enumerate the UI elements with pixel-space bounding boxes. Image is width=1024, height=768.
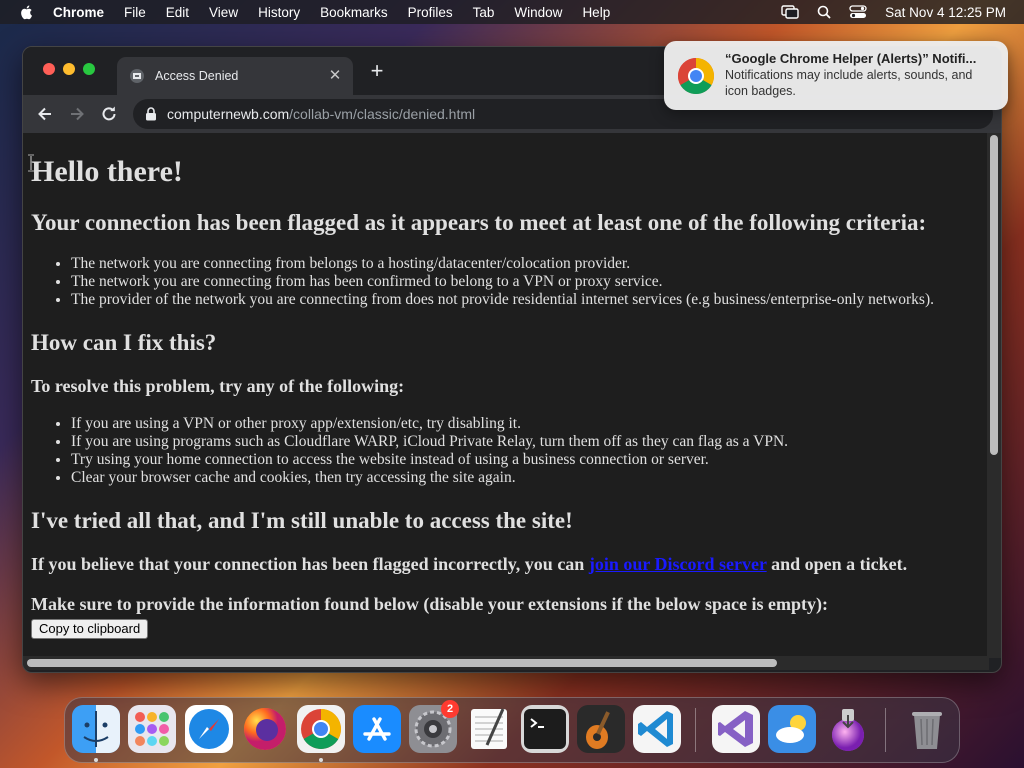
list-item: If you are using programs such as Cloudf… — [71, 433, 981, 451]
visual-studio-icon[interactable] — [712, 705, 760, 753]
list-item: Clear your browser cache and cookies, th… — [71, 469, 981, 487]
page-title: Hello there! — [31, 155, 183, 188]
lock-icon[interactable] — [145, 107, 157, 121]
running-indicator — [94, 758, 98, 762]
dock: 2 — [64, 697, 960, 763]
new-tab-button[interactable]: + — [367, 60, 387, 82]
screen-mirroring-icon[interactable] — [781, 5, 799, 19]
dock-separator — [885, 708, 886, 752]
info-heading: Make sure to provide the information fou… — [31, 594, 829, 614]
flagged-text-start: If you believe that your connection has … — [31, 554, 589, 574]
menu-bookmarks[interactable]: Bookmarks — [320, 5, 388, 20]
control-center-icon[interactable] — [849, 5, 867, 19]
menu-app-name[interactable]: Chrome — [53, 5, 104, 20]
terminal-icon[interactable] — [521, 705, 569, 753]
fix-heading: How can I fix this? — [31, 330, 217, 355]
firefox-icon[interactable] — [241, 705, 289, 753]
horizontal-scroll-thumb[interactable] — [27, 659, 777, 667]
discord-link[interactable]: join our Discord server — [589, 554, 767, 574]
garageband-icon[interactable] — [577, 705, 625, 753]
menu-clock[interactable]: Sat Nov 4 12:25 PM — [885, 5, 1006, 20]
textedit-icon[interactable] — [465, 705, 513, 753]
tab-title: Access Denied — [155, 69, 239, 83]
finder-icon[interactable] — [72, 705, 120, 753]
minimize-window-button[interactable] — [63, 63, 75, 75]
spotlight-search-icon[interactable] — [817, 5, 831, 19]
url-host: computernewb.com — [167, 106, 290, 122]
chrome-window: Access Denied ✕ + computernewb.com/colla… — [22, 46, 1002, 673]
notification-badge: 2 — [441, 700, 459, 718]
weather-icon[interactable] — [768, 705, 816, 753]
list-item: The network you are connecting from belo… — [71, 255, 981, 273]
menu-tab[interactable]: Tab — [473, 5, 495, 20]
site-favicon-icon — [130, 69, 144, 83]
list-item: The network you are connecting from has … — [71, 273, 981, 291]
reload-icon[interactable] — [99, 104, 119, 124]
flagged-text-end: and open a ticket. — [766, 554, 908, 574]
launchpad-icon[interactable] — [128, 705, 176, 753]
menu-help[interactable]: Help — [582, 5, 610, 20]
forward-arrow-icon[interactable] — [67, 104, 87, 124]
resolve-heading: To resolve this problem, try any of the … — [31, 376, 405, 396]
back-arrow-icon[interactable] — [35, 104, 55, 124]
flagged-text: If you believe that your connection has … — [31, 553, 981, 575]
chrome-icon — [677, 57, 715, 95]
tab-access-denied[interactable]: Access Denied ✕ — [117, 57, 353, 95]
menu-file[interactable]: File — [124, 5, 146, 20]
tried-heading: I've tried all that, and I'm still unabl… — [31, 508, 573, 533]
menu-view[interactable]: View — [209, 5, 238, 20]
running-indicator — [319, 758, 323, 762]
menu-bar: Chrome File Edit View History Bookmarks … — [0, 0, 1024, 24]
notification-body: Notifications may include alerts, sounds… — [725, 68, 973, 98]
trash-icon[interactable] — [903, 705, 951, 753]
menu-profiles[interactable]: Profiles — [408, 5, 453, 20]
fix-list: If you are using a VPN or other proxy ap… — [31, 415, 981, 487]
chrome-icon[interactable] — [297, 705, 345, 753]
horizontal-scrollbar[interactable] — [23, 656, 989, 670]
apple-menu-icon[interactable] — [19, 4, 35, 20]
list-item: If you are using a VPN or other proxy ap… — [71, 415, 981, 433]
criteria-heading: Your connection has been flagged as it a… — [31, 210, 927, 235]
menu-window[interactable]: Window — [514, 5, 562, 20]
menu-history[interactable]: History — [258, 5, 300, 20]
vertical-scrollbar[interactable] — [987, 133, 1001, 658]
url-path: /collab-vm/classic/denied.html — [289, 106, 476, 122]
list-item: The provider of the network you are conn… — [71, 291, 981, 309]
menu-edit[interactable]: Edit — [166, 5, 189, 20]
zoom-window-button[interactable] — [83, 63, 95, 75]
notification-title: “Google Chrome Helper (Alerts)” Notifi..… — [725, 51, 977, 66]
page-content: Hello there! Your connection has been fl… — [23, 133, 989, 658]
app-store-icon[interactable] — [353, 705, 401, 753]
safari-icon[interactable] — [185, 705, 233, 753]
criteria-list: The network you are connecting from belo… — [31, 255, 981, 309]
text-cursor-icon — [28, 154, 34, 172]
installer-icon[interactable] — [824, 705, 872, 753]
close-window-button[interactable] — [43, 63, 55, 75]
copy-to-clipboard-button[interactable]: Copy to clipboard — [31, 619, 149, 639]
close-tab-icon[interactable]: ✕ — [327, 68, 343, 84]
notification-banner[interactable]: “Google Chrome Helper (Alerts)” Notifi..… — [664, 41, 1008, 110]
vscode-icon[interactable] — [633, 705, 681, 753]
dock-separator — [695, 708, 696, 752]
list-item: Try using your home connection to access… — [71, 451, 981, 469]
vertical-scroll-thumb[interactable] — [990, 135, 998, 455]
